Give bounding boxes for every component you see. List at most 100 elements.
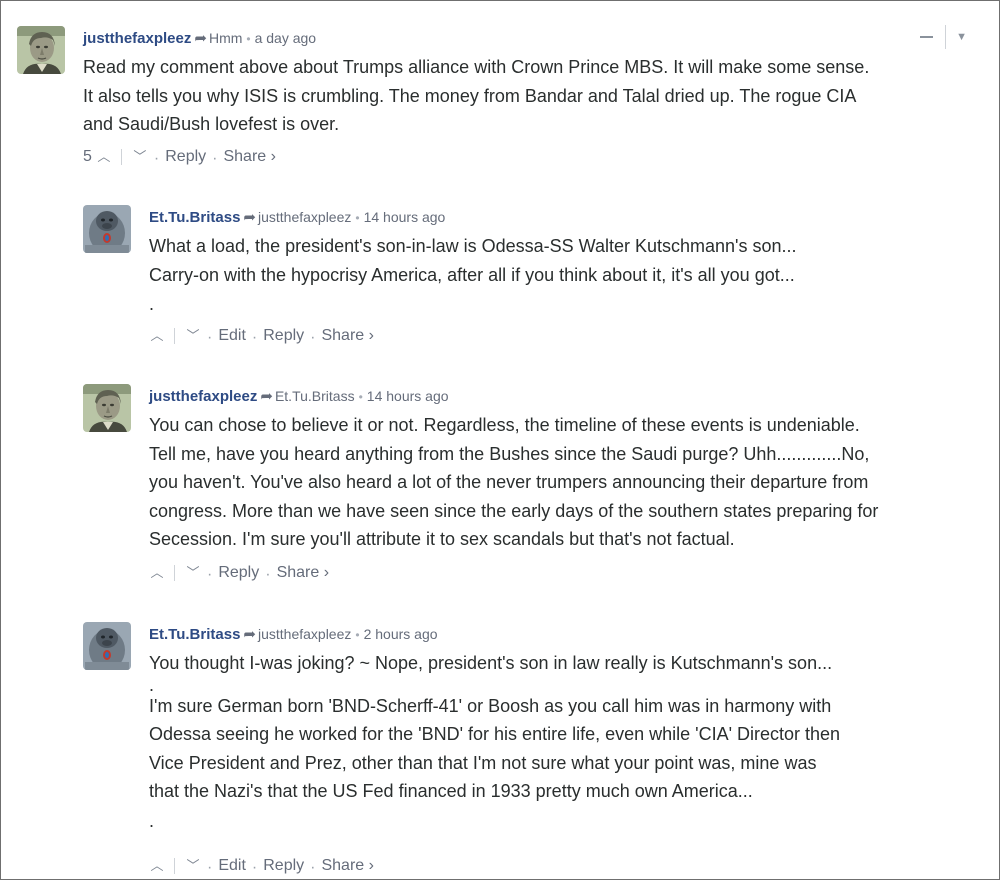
downvote-icon[interactable]: ﹀	[132, 145, 148, 169]
comment-header: justthefaxpleez ➦ Et.Tu.Britass • 14 hours a…	[149, 384, 983, 408]
downvote-icon[interactable]: ﹀	[185, 854, 201, 878]
comment-line	[149, 806, 983, 814]
author-name[interactable]: Et.Tu.Britass	[149, 209, 240, 226]
timestamp[interactable]: 2 hours ago	[364, 626, 438, 642]
reply-arrow-icon: ➦	[260, 388, 273, 405]
comment-footer: ︿ ﹀ · Edit · Reply · Share ›	[149, 324, 373, 348]
gorilla-avatar[interactable]	[83, 622, 131, 670]
comment-line: and Saudi/Bush lovefest is over.	[83, 114, 340, 134]
comment-line: .	[149, 810, 155, 831]
comment-line: congress. More than we have seen since t…	[149, 500, 879, 521]
reply-arrow-icon: ➦	[243, 209, 256, 226]
minus-icon[interactable]	[920, 36, 934, 38]
bullet-separator: ·	[310, 329, 316, 346]
comment-line: Vice President and Prez, other than that…	[149, 752, 817, 773]
reply-link[interactable]: Reply	[218, 561, 259, 585]
bullet-separator: •	[355, 628, 360, 642]
vote-count: 5	[83, 148, 92, 165]
bullet-separator: ·	[251, 859, 258, 876]
caret-down-icon[interactable]: ▼	[956, 31, 967, 43]
comment-body: Et.Tu.Britass ➦ justthefaxpleez • 2 hours ag…	[149, 622, 983, 831]
bullet-separator: ·	[207, 566, 213, 583]
comment-header: Et.Tu.Britass ➦ justthefaxpleez • 14 hours a…	[149, 205, 983, 229]
comment: Et.Tu.Britass ➦ justthefaxpleez • 2 hours ag…	[83, 622, 983, 879]
comment-line: Odessa seeing he worked for the 'BND' fo…	[149, 724, 841, 744]
author-name[interactable]: Et.Tu.Britass	[149, 626, 240, 643]
comment-line: What a load, the president's son-in-law …	[149, 236, 797, 256]
comment-footer: 5 ︿ ﹀ · Reply · Share ›	[83, 145, 276, 169]
comment-text: Read my comment above about Trumps allia…	[83, 53, 987, 139]
parent-author-link[interactable]: Et.Tu.Britass	[275, 388, 355, 404]
bullet-separator: ·	[212, 150, 218, 167]
portrait-avatar[interactable]	[17, 26, 65, 74]
edit-link[interactable]: Edit	[218, 324, 246, 348]
upvote-icon[interactable]: ︿	[149, 324, 165, 348]
share-link[interactable]: Share ›	[321, 854, 373, 878]
gorilla-avatar[interactable]	[83, 205, 131, 253]
controls-divider	[945, 25, 947, 49]
reply-link[interactable]: Reply	[263, 324, 304, 348]
upvote-icon[interactable]: ︿	[96, 145, 112, 169]
reply-arrow-icon: ➦	[243, 626, 256, 643]
parent-author-link[interactable]: justthefaxpleez	[258, 626, 351, 642]
bullet-separator: ·	[207, 859, 213, 876]
upvote-icon[interactable]: ︿	[149, 854, 165, 878]
comment-line: Tell me, have you heard anything from th…	[149, 443, 870, 464]
reply-arrow-icon: ➦	[194, 30, 207, 47]
comment-line: .	[149, 674, 155, 695]
vote-divider	[174, 328, 175, 344]
comment-line: It also tells you why ISIS is crumbling.…	[83, 85, 857, 106]
comment-line: that the Nazi's that the US Fed financed…	[149, 781, 753, 801]
comment-body: Et.Tu.Britass ➦ justthefaxpleez • 14 hours a…	[149, 205, 983, 313]
vote-divider	[174, 565, 175, 581]
reply-link[interactable]: Reply	[165, 145, 206, 169]
comment-line: You thought I-was joking? ~ Nope, presid…	[149, 653, 833, 673]
vote-divider	[174, 858, 175, 874]
comment-header: justthefaxpleez ➦ Hmm • a day ago	[83, 26, 987, 50]
timestamp[interactable]: 14 hours ago	[367, 388, 449, 404]
reply-link[interactable]: Reply	[263, 854, 304, 878]
comment-line: .	[149, 294, 155, 314]
share-link[interactable]: Share ›	[321, 324, 373, 348]
comment: Et.Tu.Britass ➦ justthefaxpleez • 14 hours a…	[83, 205, 983, 355]
comment-text: What a load, the president's son-in-law …	[149, 232, 983, 313]
comment-line: you haven't. You've also heard a lot of …	[149, 472, 869, 492]
bullet-separator: ·	[310, 859, 316, 876]
bullet-separator: •	[246, 32, 251, 46]
comment-line: You can chose to believe it or not. Rega…	[149, 415, 860, 435]
comment-body: justthefaxpleez ➦ Hmm • a day ago Read my co…	[83, 26, 987, 139]
comment: justthefaxpleez ➦ Et.Tu.Britass • 14 hours a…	[83, 384, 983, 594]
share-link[interactable]: Share ›	[223, 145, 275, 169]
comment-text: You thought I-was joking? ~ Nope, presid…	[149, 649, 983, 831]
comment-line: Secession. I'm sure you'll attribute it …	[149, 529, 735, 549]
comment-header: Et.Tu.Britass ➦ justthefaxpleez • 2 hours ag…	[149, 622, 983, 646]
timestamp[interactable]: 14 hours ago	[364, 209, 446, 225]
downvote-icon[interactable]: ﹀	[185, 324, 201, 348]
parent-author-link[interactable]: Hmm	[209, 30, 242, 46]
edit-link[interactable]: Edit	[218, 854, 246, 878]
comment-line: Carry-on with the hypocrisy America, aft…	[149, 264, 795, 285]
upvote-icon[interactable]: ︿	[149, 561, 165, 585]
comment-footer: ︿ ﹀ · Edit · Reply · Share ›	[149, 854, 373, 878]
bullet-separator: ·	[207, 329, 213, 346]
comment-line: I'm sure German born 'BND-Scherff-41' or…	[149, 695, 832, 716]
downvote-icon[interactable]: ﹀	[185, 561, 201, 585]
bullet-separator: •	[358, 390, 363, 404]
comment-text: You can chose to believe it or not. Rega…	[149, 411, 983, 554]
vote-divider	[120, 149, 122, 165]
comment: justthefaxpleez ➦ Hmm • a day ago Read my co…	[17, 26, 987, 176]
bullet-separator: •	[355, 211, 360, 225]
portrait-avatar[interactable]	[83, 384, 131, 432]
bullet-separator: ·	[153, 150, 160, 167]
author-name[interactable]: justthefaxpleez	[149, 388, 257, 405]
timestamp[interactable]: a day ago	[255, 30, 317, 46]
share-link[interactable]: Share ›	[277, 561, 329, 585]
parent-author-link[interactable]: justthefaxpleez	[258, 209, 351, 225]
author-name[interactable]: justthefaxpleez	[83, 30, 191, 47]
bullet-separator: ·	[251, 329, 258, 346]
bullet-separator: ·	[265, 566, 271, 583]
comment-footer: ︿ ﹀ · Reply · Share ›	[149, 561, 329, 585]
comment-line: Read my comment above about Trumps allia…	[83, 57, 870, 77]
comment-thread: justthefaxpleez ➦ Hmm • a day ago Read my co…	[0, 0, 1000, 880]
comment-body: justthefaxpleez ➦ Et.Tu.Britass • 14 hours a…	[149, 384, 983, 554]
